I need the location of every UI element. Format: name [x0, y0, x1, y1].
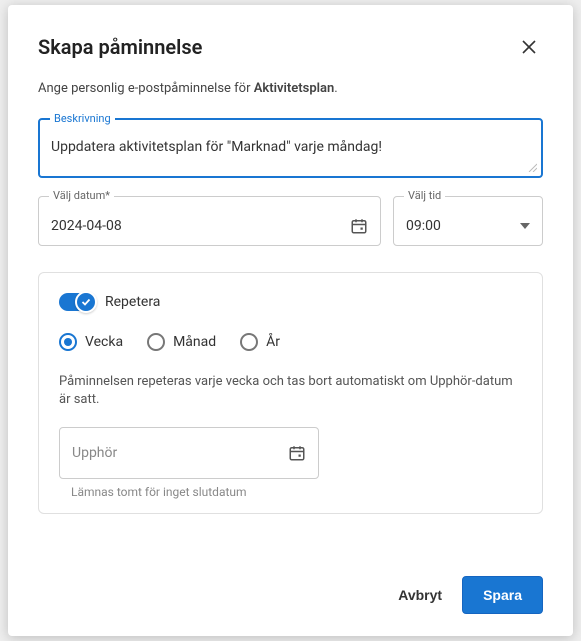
description-label: Beskrivning: [50, 112, 115, 125]
date-value: 2024-04-08: [51, 218, 122, 234]
end-date-hint: Lämnas tomt för inget slutdatum: [71, 485, 522, 499]
dialog-footer: Avbryt Spara: [38, 552, 543, 614]
dropdown-icon[interactable]: [520, 223, 530, 229]
description-field[interactable]: Beskrivning Uppdatera aktivitetsplan för…: [38, 118, 543, 178]
radio-year[interactable]: År: [240, 333, 280, 351]
time-label: Välj tid: [404, 189, 445, 202]
radio-month[interactable]: Månad: [147, 333, 216, 351]
save-button[interactable]: Spara: [462, 576, 543, 614]
toggle-knob: [75, 291, 97, 313]
time-value: 09:00: [406, 218, 441, 234]
radio-month-indicator: [147, 333, 165, 351]
date-label: Välj datum*: [49, 189, 114, 202]
check-icon: [81, 297, 91, 307]
radio-week-indicator: [59, 333, 77, 351]
repeat-toggle[interactable]: [59, 293, 95, 311]
calendar-icon[interactable]: [350, 217, 368, 235]
repeat-toggle-label: Repetera: [105, 294, 160, 310]
dialog-title: Skapa påminnelse: [38, 35, 202, 59]
resize-handle-icon[interactable]: [527, 162, 537, 172]
create-reminder-dialog: Skapa påminnelse Ange personlig e-postpå…: [8, 5, 573, 636]
datetime-row: Välj datum* 2024-04-08 Välj tid 09:00: [38, 196, 543, 246]
end-date-placeholder: Upphör: [72, 445, 117, 461]
repeat-helper-text: Påminnelsen repeteras varje vecka och ta…: [59, 373, 522, 409]
close-icon: [521, 39, 537, 55]
end-date-field[interactable]: Upphör: [59, 427, 319, 479]
radio-year-indicator: [240, 333, 258, 351]
calendar-icon[interactable]: [288, 444, 306, 462]
dialog-subtitle: Ange personlig e-postpåminnelse för Akti…: [38, 81, 543, 96]
radio-week[interactable]: Vecka: [59, 333, 123, 351]
repeat-panel: Repetera Vecka Månad År Påminnelsen repe…: [38, 272, 543, 514]
dialog-header: Skapa påminnelse: [38, 33, 543, 61]
cancel-button[interactable]: Avbryt: [392, 577, 448, 613]
time-field[interactable]: Välj tid 09:00: [393, 196, 543, 246]
repeat-frequency-group: Vecka Månad År: [59, 333, 522, 351]
repeat-toggle-row: Repetera: [59, 293, 522, 311]
close-button[interactable]: [515, 33, 543, 61]
dialog-backdrop: Skapa påminnelse Ange personlig e-postpå…: [0, 0, 581, 641]
description-input[interactable]: Uppdatera aktivitetsplan för "Marknad" v…: [51, 139, 530, 167]
date-field[interactable]: Välj datum* 2024-04-08: [38, 196, 381, 246]
